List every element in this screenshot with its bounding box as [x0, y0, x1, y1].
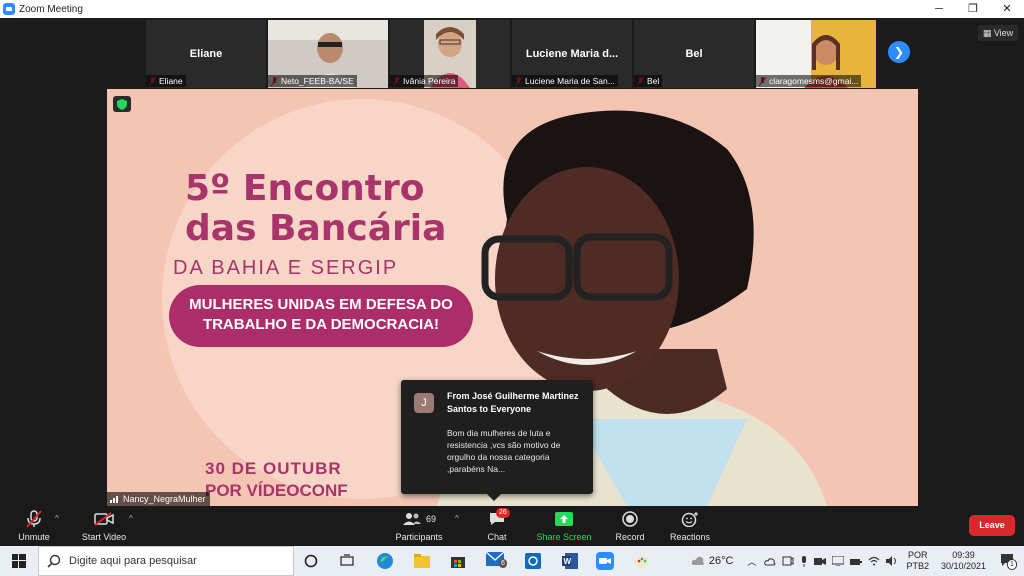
- chat-button[interactable]: 26 Chat: [480, 508, 514, 542]
- signal-bars-icon: [110, 496, 118, 503]
- participant-big-name: Bel: [685, 48, 703, 60]
- minimize-button[interactable]: ─: [922, 0, 956, 18]
- close-button[interactable]: ✕: [990, 0, 1024, 18]
- reactions-button[interactable]: Reactions: [668, 509, 712, 542]
- task-view-icon[interactable]: [340, 554, 354, 568]
- clock-time: 09:39: [952, 550, 975, 560]
- participant-big-name: Luciene Maria d...: [525, 48, 619, 60]
- share-screen-icon: [555, 512, 573, 526]
- meeting-toolbar: Unmute ^ Start Video ^ 69 Participants ^…: [0, 506, 1024, 546]
- start-video-button[interactable]: Start Video: [78, 509, 130, 542]
- camera-tray-icon[interactable]: [814, 556, 827, 566]
- participant-label: Neto_FEEB-BA/SE: [268, 75, 357, 87]
- file-explorer-icon[interactable]: [413, 553, 431, 569]
- participant-big-name: Eliane: [189, 48, 223, 60]
- windows-start-icon[interactable]: [12, 554, 26, 568]
- zoom-logo-icon: [3, 3, 15, 15]
- screen-app-icon[interactable]: [525, 553, 541, 569]
- speaker-name-tag: Nancy_NegraMulher: [107, 492, 210, 506]
- keyboard-layout: PTB2: [906, 561, 929, 571]
- mail-app[interactable]: 6: [485, 551, 510, 570]
- record-label: Record: [615, 532, 645, 542]
- window-title: Zoom Meeting: [19, 3, 83, 15]
- unmute-button[interactable]: Unmute: [14, 509, 54, 542]
- language-indicator[interactable]: POR PTB2: [906, 550, 929, 572]
- next-participants-button[interactable]: ❯: [888, 41, 910, 63]
- chat-preview-popup[interactable]: J From José Guilherme Martinez Santos to…: [401, 380, 593, 501]
- participant-label: Bel: [634, 75, 663, 87]
- participant-tile[interactable]: claragomesms@gmai...: [756, 20, 876, 88]
- reactions-label: Reactions: [669, 532, 711, 542]
- participants-label: Participants: [395, 532, 443, 542]
- edge-icon[interactable]: [376, 552, 394, 570]
- video-off-icon: [94, 512, 114, 526]
- window-controls: ─ ❐ ✕: [922, 0, 1024, 18]
- system-tray: 26°C ︿ POR PTB2 09:39 30/10/2021 1: [691, 546, 1024, 576]
- taskbar-search-box[interactable]: Digite aqui para pesquisar: [38, 546, 294, 576]
- participants-options-caret-icon[interactable]: ^: [455, 514, 459, 523]
- meet-now-icon[interactable]: [782, 556, 794, 566]
- svg-text:W: W: [564, 557, 572, 566]
- speaker-name: Nancy_NegraMulher: [123, 494, 206, 504]
- share-screen-label: Share Screen: [536, 532, 592, 542]
- restore-button[interactable]: ❐: [956, 0, 990, 18]
- store-icon[interactable]: [450, 553, 466, 569]
- screen-tray-icon[interactable]: [832, 556, 845, 566]
- windows-taskbar: Digite aqui para pesquisar 6 W 26°C ︿ PO…: [0, 546, 1024, 576]
- participants-button[interactable]: 69 Participants: [394, 509, 444, 542]
- participant-tile[interactable]: Ivânia Pereira: [390, 20, 510, 88]
- share-screen-button[interactable]: Share Screen: [536, 509, 592, 542]
- notification-center[interactable]: 1: [1000, 553, 1017, 570]
- cloud-icon[interactable]: [764, 557, 776, 566]
- participant-tile[interactable]: Eliane Eliane: [146, 20, 266, 88]
- search-icon: [47, 554, 61, 568]
- participant-tile[interactable]: Luciene Maria d... Luciene Maria de San.…: [512, 20, 632, 88]
- title-bar: Zoom Meeting ─ ❐ ✕: [0, 0, 1024, 18]
- participants-icon: [402, 513, 421, 525]
- weather-temp[interactable]: 26°C: [709, 555, 734, 567]
- muted-mic-icon: [26, 510, 42, 528]
- wifi-icon[interactable]: [868, 556, 880, 566]
- language-code: POR: [907, 550, 928, 560]
- clock-date: 30/10/2021: [940, 561, 986, 571]
- view-button[interactable]: ▦ View: [978, 25, 1018, 41]
- unmute-label: Unmute: [18, 532, 50, 542]
- audio-options-caret-icon[interactable]: ^: [55, 514, 59, 523]
- notification-count: 1: [1007, 559, 1017, 570]
- participant-tile[interactable]: Bel Bel: [634, 20, 754, 88]
- record-button[interactable]: Record: [612, 509, 648, 542]
- search-placeholder: Digite aqui para pesquisar: [69, 555, 197, 567]
- power-tray-icon[interactable]: [850, 556, 863, 566]
- microphone-tray-icon[interactable]: [800, 555, 808, 567]
- participant-tile[interactable]: Neto_FEEB-BA/SE: [268, 20, 388, 88]
- weather-icon: [691, 556, 704, 565]
- participant-strip: Eliane Eliane Neto_FEEB-BA/SE Ivânia Per…: [146, 20, 876, 88]
- chat-unread-badge: 26: [496, 508, 510, 518]
- record-icon: [622, 511, 638, 527]
- reactions-icon: [681, 512, 698, 527]
- chat-sender: From José Guilherme Martinez Santos to E…: [447, 391, 579, 414]
- participants-count: 69: [425, 514, 436, 524]
- participant-label: Ivânia Pereira: [390, 75, 459, 87]
- participant-label: claragomesms@gmai...: [756, 75, 862, 87]
- participant-label: Eliane: [146, 75, 186, 87]
- hidden-icons-chevron-icon[interactable]: ︿: [747, 555, 756, 568]
- leave-button[interactable]: Leave: [969, 515, 1015, 536]
- clock[interactable]: 09:39 30/10/2021: [941, 550, 986, 572]
- volume-icon[interactable]: [886, 556, 898, 566]
- view-label: View: [993, 28, 1014, 38]
- video-options-caret-icon[interactable]: ^: [129, 514, 133, 523]
- chat-avatar: J: [414, 393, 434, 413]
- word-icon[interactable]: W: [562, 553, 578, 569]
- popup-tail: [487, 494, 501, 501]
- chat-message: Bom dia mulheres de luta e resistencia ,…: [447, 428, 561, 474]
- mail-unread-badge: 6: [499, 559, 507, 568]
- participant-label: Luciene Maria de San...: [512, 75, 618, 87]
- chat-label: Chat: [487, 532, 507, 542]
- zoom-taskbar-icon[interactable]: [596, 552, 614, 570]
- paint-icon[interactable]: [634, 553, 650, 569]
- cortana-icon[interactable]: [304, 554, 318, 568]
- start-video-label: Start Video: [81, 532, 127, 542]
